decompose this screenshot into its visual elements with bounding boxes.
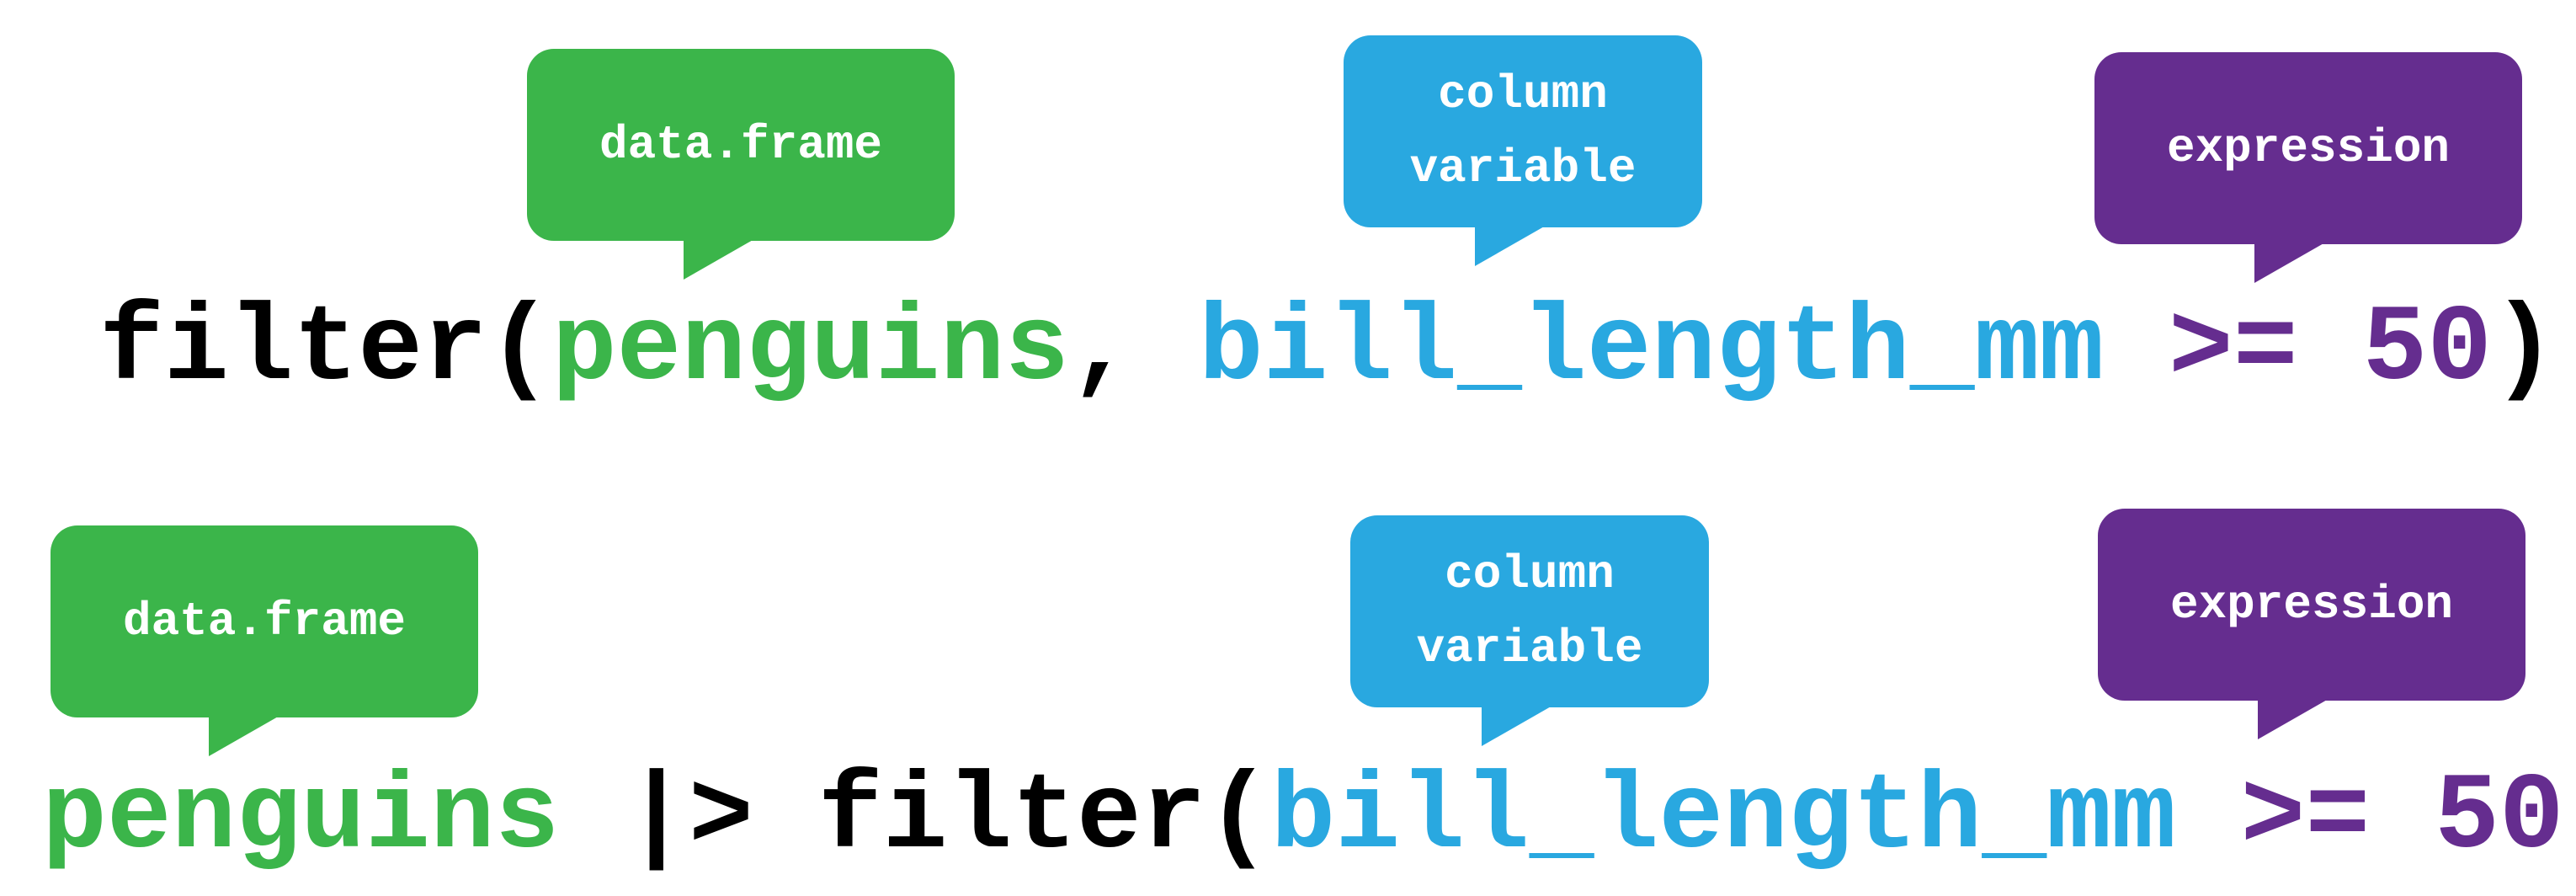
column-label-line1: column [1438,67,1608,121]
column-label-line1: column [1445,547,1615,601]
dataframe-label-bubble-1: data.frame [527,49,955,280]
expression-bubble-1: expression [2094,52,2522,283]
dataframe-argument: penguins [42,757,560,879]
column-label-line2: variable [1416,621,1643,675]
dataframe-label-bubble-2: data.frame [51,525,478,756]
bubble-tail [684,239,754,280]
code-line-1: filter(penguins, bill_length_mm >= 50) [99,296,2557,404]
expression-argument: >= 50 [2104,289,2493,411]
dataframe-argument: penguins [551,289,1070,411]
expression-label-text: expression [2166,121,2451,175]
pipe-operator: |> [559,757,818,879]
bubble-tail [1482,706,1552,746]
column-label-line2: variable [1409,141,1637,195]
column-argument: bill_length_mm [1270,757,2176,879]
expression-label-text: expression [2169,578,2454,632]
bubble-tail [1475,226,1546,266]
filter-function: filter( [817,757,1271,879]
closing-paren: ) [2564,757,2576,879]
dataframe-label-text: data.frame [599,118,883,172]
argument-separator: , [1069,289,1199,411]
closing-paren: ) [2492,289,2557,411]
bubble-tail [2258,699,2329,739]
column-argument: bill_length_mm [1198,289,2105,411]
column-variable-bubble-1: column variable [1344,35,1702,266]
expression-argument: >= 50 [2175,757,2564,879]
bubble-tail [209,716,279,756]
bubble-tail [2254,243,2325,283]
code-line-2: penguins |> filter(bill_length_mm >= 50) [42,765,2576,872]
filter-function: filter( [99,289,552,411]
expression-bubble-2: expression [2098,509,2525,739]
column-variable-bubble-2: column variable [1350,515,1709,746]
dataframe-label-text: data.frame [122,595,407,648]
